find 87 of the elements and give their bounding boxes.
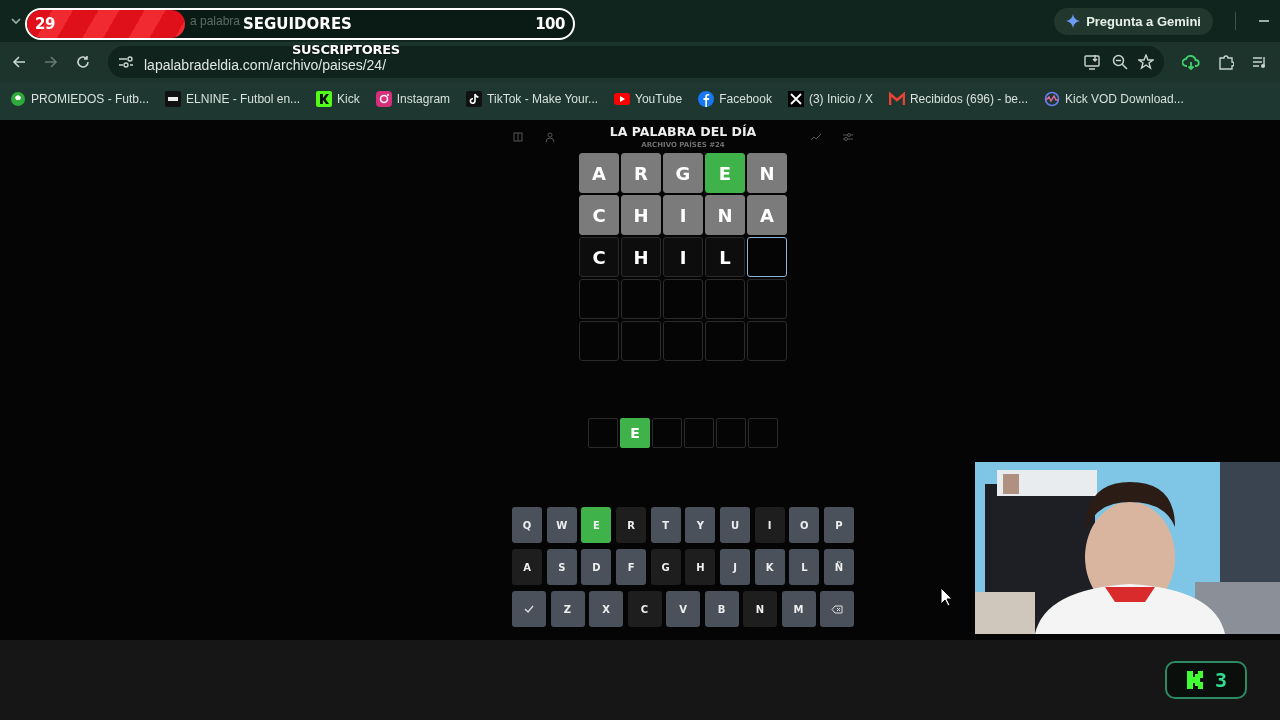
trend-chart-icon[interactable]: [811, 132, 821, 141]
letter-tile: E: [705, 153, 745, 193]
keyboard-key[interactable]: A: [512, 549, 543, 585]
keyboard-key[interactable]: Ñ: [823, 549, 855, 585]
keyboard-key[interactable]: G: [650, 549, 681, 585]
keyboard-key[interactable]: W: [546, 507, 577, 543]
gemini-button[interactable]: Pregunta a Gemini: [1054, 7, 1213, 35]
subscriber-label: SUSCRIPTORES: [292, 42, 400, 57]
keyboard-key[interactable]: X: [589, 591, 623, 627]
mail-icon: [888, 91, 905, 107]
letter-tile: H: [621, 237, 661, 277]
keyboard-key[interactable]: C: [627, 591, 662, 627]
bookmark[interactable]: TikTok - Make Your...: [466, 91, 599, 107]
letter-tile: A: [579, 153, 619, 193]
letter-tile: R: [621, 153, 661, 193]
bookmark[interactable]: Instagram: [375, 91, 451, 107]
keyboard-key[interactable]: Y: [685, 507, 716, 543]
keyboard-key[interactable]: Z: [550, 591, 585, 627]
keyboard-key[interactable]: V: [666, 591, 700, 627]
letter-tile: A: [747, 195, 787, 235]
goal-label: SEGUIDORES: [243, 15, 352, 33]
music-note-icon: [466, 91, 483, 107]
install-app-icon[interactable]: [1084, 54, 1102, 70]
bookmark[interactable]: Kick: [316, 91, 360, 107]
back-arrow-icon[interactable]: [12, 55, 26, 69]
sparkle-icon: [1066, 14, 1081, 28]
keyboard-key[interactable]: U: [719, 507, 751, 543]
backspace-key[interactable]: [820, 591, 854, 627]
keyboard-key[interactable]: H: [685, 549, 716, 585]
backspace-icon: [831, 604, 843, 614]
bookmark[interactable]: (3) Inicio / X: [787, 91, 873, 107]
letter-tile: L: [705, 237, 745, 277]
bookmark[interactable]: ELNINE - Futbol en...: [165, 91, 301, 107]
checkmark-icon: [524, 605, 534, 613]
bookmark[interactable]: YouTube: [614, 91, 683, 107]
keyboard-key[interactable]: R: [615, 507, 647, 543]
chevron-down-icon[interactable]: [10, 15, 22, 27]
keyboard-key[interactable]: B: [704, 591, 739, 627]
keyboard-key[interactable]: F: [615, 549, 647, 585]
media-control-icon[interactable]: [1252, 55, 1268, 69]
puzzle-piece-icon[interactable]: [1218, 54, 1234, 70]
site-settings-icon[interactable]: [118, 55, 134, 69]
user-icon[interactable]: [545, 131, 555, 142]
keyboard-key[interactable]: N: [743, 591, 777, 627]
forward-arrow-icon[interactable]: [44, 55, 58, 69]
cloud-download-icon[interactable]: [1182, 54, 1200, 70]
keyboard-key[interactable]: Q: [512, 507, 543, 543]
camera-icon: [375, 91, 392, 107]
keyboard-key[interactable]: O: [789, 507, 820, 543]
letter-tile: I: [663, 237, 703, 277]
reload-icon[interactable]: [76, 55, 90, 69]
keyboard-key[interactable]: T: [650, 507, 681, 543]
keyboard-key[interactable]: K: [754, 549, 785, 585]
letter-tile: N: [747, 153, 787, 193]
facebook-icon: [698, 91, 715, 107]
keyboard-key[interactable]: P: [823, 507, 855, 543]
x-logo-icon: [787, 91, 804, 107]
star-icon[interactable]: [1138, 54, 1154, 70]
keyboard-key[interactable]: L: [789, 549, 820, 585]
keyboard-key[interactable]: D: [581, 549, 612, 585]
bookmark[interactable]: PROMIEDOS - Futb...: [10, 91, 150, 107]
mouse-cursor-icon: [940, 587, 953, 607]
keyboard-key[interactable]: S: [546, 549, 577, 585]
zoom-out-icon[interactable]: [1112, 54, 1128, 70]
letter-tile: C: [579, 237, 619, 277]
letter-tile: H: [621, 195, 661, 235]
keyboard-key[interactable]: M: [781, 591, 816, 627]
bookmark[interactable]: Facebook: [698, 91, 772, 107]
kick-count: 3: [1214, 668, 1227, 692]
kick-logo-icon: [316, 91, 333, 107]
goal-current-count: 29: [35, 15, 55, 33]
answer-tile: E: [620, 418, 650, 448]
letter-tile: C: [579, 195, 619, 235]
wave-icon: [1044, 91, 1060, 107]
goal-target-count: 100: [535, 15, 565, 33]
game-title: LA PALABRA DEL DÍA: [609, 124, 757, 139]
bookmark[interactable]: Recibidos (696) - be...: [888, 91, 1028, 107]
bookmark[interactable]: Kick VOD Download...: [1044, 91, 1184, 107]
letter-tile: G: [663, 153, 703, 193]
letter-tile: N: [705, 195, 745, 235]
keyboard-key[interactable]: I: [754, 507, 785, 543]
kick-logo-icon: [1186, 671, 1203, 689]
play-icon: [614, 91, 631, 107]
letter-tile: I: [663, 195, 703, 235]
keyboard-key[interactable]: J: [719, 549, 751, 585]
url-text[interactable]: lapalabradeldia.com/archivo/paises/24/: [144, 57, 387, 73]
soccer-ball-icon: [10, 91, 26, 107]
